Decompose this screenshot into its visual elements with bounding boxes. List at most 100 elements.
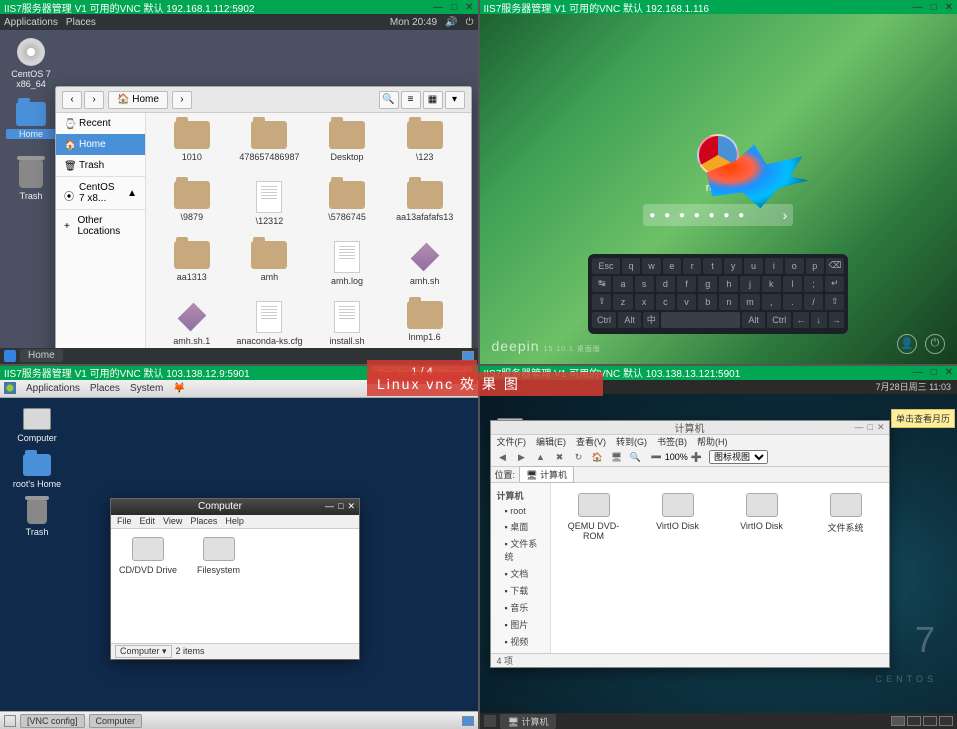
drive-item[interactable]: VirtIO Disk (729, 493, 795, 531)
sidebar-item[interactable]: ▪ 桌面 (491, 518, 550, 535)
task-vncconfig[interactable]: [VNC config] (20, 714, 85, 728)
key-Esc[interactable]: Esc (592, 258, 620, 274)
places-menu[interactable]: Places (66, 17, 96, 28)
key-u[interactable]: u (744, 258, 762, 274)
disk-desktop-icon[interactable]: CentOS 7 x86_64 (6, 38, 56, 89)
key-Alt[interactable]: Alt (618, 312, 642, 328)
key-s[interactable]: s (635, 276, 654, 292)
key-x[interactable]: x (635, 294, 654, 310)
workspace-switcher[interactable] (462, 716, 474, 726)
menu-places[interactable]: Places (90, 383, 120, 394)
sidebar-item[interactable]: ▪ 图片 (491, 616, 550, 633)
computer-desktop-icon[interactable]: Computer (12, 408, 62, 443)
show-desktop-icon[interactable] (484, 715, 496, 727)
files-icon-grid[interactable]: 1010478657486987Desktop\123\9879\12312\5… (146, 113, 471, 361)
menu-bookmarks[interactable]: 书签(B) (657, 435, 687, 448)
key-l[interactable]: l (783, 276, 802, 292)
sidebar-item-trash[interactable]: 🗑Trash (56, 155, 145, 176)
menu-help[interactable]: Help (225, 516, 244, 526)
key-;[interactable]: ; (804, 276, 823, 292)
menu-applications[interactable]: Applications (26, 383, 80, 394)
menu-file[interactable]: File (117, 516, 132, 526)
file-item[interactable]: \9879 (154, 181, 230, 239)
key-Ctrl[interactable]: Ctrl (592, 312, 616, 328)
close-button[interactable]: ✕ (945, 2, 953, 13)
key-space[interactable] (661, 312, 740, 328)
window-title[interactable]: Computer — □ ✕ (111, 499, 359, 515)
forward-button[interactable]: ▶ (514, 450, 530, 464)
file-item[interactable]: \5786745 (309, 181, 385, 239)
sidebar-item[interactable]: ▪ 文件系统 (491, 535, 550, 565)
home-desktop-icon[interactable]: Home (6, 102, 56, 139)
workspace-2[interactable] (907, 716, 921, 726)
menu-help[interactable]: 帮助(H) (697, 435, 728, 448)
menu-places[interactable]: Places (190, 516, 217, 526)
key-中[interactable]: 中 (643, 312, 659, 328)
key-b[interactable]: b (698, 294, 717, 310)
clock[interactable]: 7月28日周三 11:03 (876, 380, 951, 393)
workspace-4[interactable] (939, 716, 953, 726)
minimize-button[interactable]: — (855, 422, 864, 433)
file-item[interactable]: \12312 (232, 181, 308, 239)
desktop-area[interactable]: Computer root's Home Trash Computer — □ … (0, 398, 478, 729)
maximize-button[interactable]: □ (868, 422, 873, 433)
up-button[interactable]: ▲ (533, 450, 549, 464)
key-j[interactable]: j (740, 276, 759, 292)
minimize-button[interactable]: — (913, 2, 923, 13)
stop-button[interactable]: ✖ (552, 450, 568, 464)
file-item[interactable]: 1010 (154, 121, 230, 179)
filesystem-item[interactable]: Filesystem (197, 537, 240, 635)
close-button[interactable]: ✕ (347, 501, 355, 512)
clock-label[interactable]: Mon 20:49 (390, 17, 437, 28)
key-Alt[interactable]: Alt (742, 312, 766, 328)
desktop-area[interactable]: 单击查看月历 计算机 root 的主 7 CENTOS 计算机 — □ ✕ 文件 (480, 394, 957, 729)
file-item[interactable]: amh (232, 241, 308, 299)
key-w[interactable]: w (642, 258, 660, 274)
menu-system[interactable]: System (130, 383, 163, 394)
key-m[interactable]: m (740, 294, 759, 310)
file-item[interactable]: aa13afafafs13 (387, 181, 463, 239)
sidebar-item-disk[interactable]: ⦿CentOS 7 x8...▲ (56, 176, 145, 209)
menu-button[interactable]: ▾ (445, 91, 465, 109)
key-y[interactable]: y (724, 258, 742, 274)
search-button[interactable]: 🔍 (379, 91, 399, 109)
key-⇪[interactable]: ⇪ (592, 294, 611, 310)
menu-file[interactable]: 文件(F) (497, 435, 527, 448)
file-item[interactable]: 478657486987 (232, 121, 308, 179)
key-a[interactable]: a (613, 276, 632, 292)
key-q[interactable]: q (622, 258, 640, 274)
back-button[interactable]: ◀ (495, 450, 511, 464)
desktop-area[interactable]: CentOS 7 x86_64 Home Trash ‹ › 🏠 Home › … (0, 30, 478, 364)
maximize-button[interactable]: □ (338, 501, 343, 512)
key-Ctrl[interactable]: Ctrl (767, 312, 791, 328)
view-mode-select[interactable]: 图标视图 (709, 450, 768, 464)
close-button[interactable]: ✕ (465, 2, 473, 13)
location-dropdown[interactable]: Computer ▾ (115, 645, 172, 658)
computer-body[interactable]: CD/DVD Drive Filesystem (111, 529, 359, 643)
minimize-button[interactable]: — (325, 501, 334, 512)
sidebar-item-home[interactable]: 🏠Home (56, 134, 145, 155)
key-c[interactable]: c (656, 294, 675, 310)
key-n[interactable]: n (719, 294, 738, 310)
home-desktop-icon[interactable]: root's Home (12, 454, 62, 489)
computer-button[interactable]: 🖥 (609, 450, 625, 464)
back-button[interactable]: ‹ (62, 91, 82, 109)
key-i[interactable]: i (765, 258, 783, 274)
menu-edit[interactable]: Edit (140, 516, 156, 526)
home-button[interactable]: 🏠 (590, 450, 606, 464)
key-/[interactable]: / (804, 294, 823, 310)
firefox-icon[interactable]: 🦊 (173, 383, 185, 394)
key-⇧[interactable]: ⇧ (825, 294, 844, 310)
power-icon[interactable]: ⏻ (466, 17, 474, 28)
key-g[interactable]: g (698, 276, 717, 292)
key-z[interactable]: z (613, 294, 632, 310)
maximize-button[interactable]: □ (451, 2, 457, 13)
trash-desktop-icon[interactable]: Trash (6, 160, 56, 201)
window-title[interactable]: 计算机 — □ ✕ (491, 421, 889, 435)
menu-view[interactable]: 查看(V) (576, 435, 606, 448)
menu-view[interactable]: View (163, 516, 182, 526)
key-f[interactable]: f (677, 276, 696, 292)
key-k[interactable]: k (762, 276, 781, 292)
window-titlebar[interactable]: IIS7服务器管理 V1 可用的VNC 默认 192.168.1.112:590… (0, 0, 478, 14)
key-t[interactable]: t (703, 258, 721, 274)
